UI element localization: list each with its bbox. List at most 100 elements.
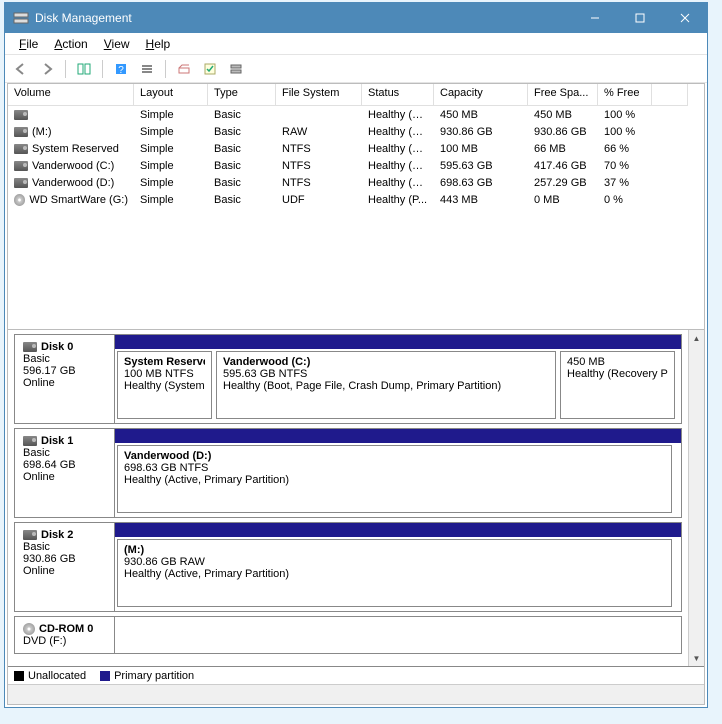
volume-row[interactable]: (M:)SimpleBasicRAWHealthy (A...930.86 GB…: [8, 123, 704, 140]
disk-info: Disk 1Basic698.64 GBOnline: [15, 429, 115, 517]
column-header[interactable]: Free Spa...: [528, 84, 598, 106]
show-hide-button[interactable]: [72, 58, 96, 80]
svg-text:?: ?: [118, 65, 124, 76]
close-button[interactable]: [662, 3, 707, 33]
volume-type: Basic: [208, 159, 276, 173]
scroll-down-icon[interactable]: ▼: [689, 650, 704, 666]
volume-free: 417.46 GB: [528, 159, 598, 173]
maximize-button[interactable]: [617, 3, 662, 33]
column-header[interactable]: [652, 84, 688, 106]
disk-name: Disk 0: [23, 341, 106, 353]
help-button[interactable]: ?: [109, 58, 133, 80]
volume-fs: NTFS: [276, 142, 362, 156]
disk-block[interactable]: CD-ROM 0DVD (F:): [14, 616, 682, 654]
volume-row[interactable]: Vanderwood (D:)SimpleBasicNTFSHealthy (A…: [8, 174, 704, 191]
menubar: File Action View Help: [5, 33, 707, 55]
partition-size: 450 MB: [567, 356, 668, 368]
disk-partitions: System Reserve100 MB NTFSHealthy (System…: [115, 335, 681, 423]
volume-icon: [14, 194, 25, 206]
volume-free: 257.29 GB: [528, 176, 598, 190]
minimize-button[interactable]: [572, 3, 617, 33]
volume-name: Vanderwood (C:): [32, 160, 114, 172]
partition[interactable]: Vanderwood (D:)698.63 GB NTFSHealthy (Ac…: [117, 445, 672, 513]
volume-fs: RAW: [276, 125, 362, 139]
disk-type: Basic: [23, 541, 106, 553]
volume-type: Basic: [208, 108, 276, 122]
disk-icon: [23, 342, 37, 352]
disk-icon: [23, 530, 37, 540]
volume-name: WD SmartWare (G:): [29, 194, 128, 206]
properties-button[interactable]: [224, 58, 248, 80]
statusbar: [8, 684, 704, 704]
refresh-button[interactable]: [198, 58, 222, 80]
disk-block[interactable]: Disk 0Basic596.17 GBOnlineSystem Reserve…: [14, 334, 682, 424]
volume-type: Basic: [208, 193, 276, 207]
column-header[interactable]: Capacity: [434, 84, 528, 106]
volume-free: 0 MB: [528, 193, 598, 207]
column-header[interactable]: Volume: [8, 84, 134, 106]
volume-row[interactable]: Vanderwood (C:)SimpleBasicNTFSHealthy (B…: [8, 157, 704, 174]
disk-partitions: Vanderwood (D:)698.63 GB NTFSHealthy (Ac…: [115, 429, 681, 517]
partition[interactable]: 450 MBHealthy (Recovery Partit: [560, 351, 675, 419]
partition[interactable]: (M:)930.86 GB RAWHealthy (Active, Primar…: [117, 539, 672, 607]
volume-type: Basic: [208, 125, 276, 139]
menu-view[interactable]: View: [96, 35, 138, 53]
volume-capacity: 698.63 GB: [434, 176, 528, 190]
disk-block[interactable]: Disk 2Basic930.86 GBOnline(M:)930.86 GB …: [14, 522, 682, 612]
partition-status: Healthy (Active, Primary Partition): [124, 568, 665, 580]
partition-name: Vanderwood (D:): [124, 450, 665, 462]
volume-layout: Simple: [134, 108, 208, 122]
volume-status: Healthy (B...: [362, 159, 434, 173]
volume-status: Healthy (A...: [362, 176, 434, 190]
partition-header-bar: [115, 523, 681, 537]
volume-capacity: 443 MB: [434, 193, 528, 207]
back-button[interactable]: [9, 58, 33, 80]
volume-capacity: 450 MB: [434, 108, 528, 122]
volume-icon: [14, 127, 28, 137]
menu-file[interactable]: File: [11, 35, 46, 53]
volume-status: Healthy (S...: [362, 142, 434, 156]
volume-free: 66 MB: [528, 142, 598, 156]
forward-button[interactable]: [35, 58, 59, 80]
disk-type: Basic: [23, 447, 106, 459]
disk-state: Online: [23, 565, 106, 577]
partition[interactable]: Vanderwood (C:)595.63 GB NTFSHealthy (Bo…: [216, 351, 556, 419]
partition-header-bar: [115, 429, 681, 443]
disk-type: DVD (F:): [23, 635, 106, 647]
volume-type: Basic: [208, 176, 276, 190]
column-header[interactable]: Type: [208, 84, 276, 106]
volume-capacity: 930.86 GB: [434, 125, 528, 139]
volume-pct: 100 %: [598, 108, 652, 122]
volume-row[interactable]: WD SmartWare (G:)SimpleBasicUDFHealthy (…: [8, 191, 704, 208]
partition[interactable]: System Reserve100 MB NTFSHealthy (System…: [117, 351, 212, 419]
menu-help[interactable]: Help: [138, 35, 179, 53]
partition-size: 595.63 GB NTFS: [223, 368, 549, 380]
column-header[interactable]: File System: [276, 84, 362, 106]
volume-layout: Simple: [134, 176, 208, 190]
volume-status: Healthy (R...: [362, 108, 434, 122]
partition-name: System Reserve: [124, 356, 205, 368]
volume-rows: SimpleBasicHealthy (R...450 MB450 MB100 …: [8, 106, 704, 208]
disk-name: Disk 1: [23, 435, 106, 447]
column-header[interactable]: Status: [362, 84, 434, 106]
column-header[interactable]: % Free: [598, 84, 652, 106]
partition-size: 100 MB NTFS: [124, 368, 205, 380]
vertical-scrollbar[interactable]: ▲ ▼: [688, 330, 704, 666]
volume-layout: Simple: [134, 193, 208, 207]
disk-type: Basic: [23, 353, 106, 365]
disk-state: Online: [23, 377, 106, 389]
column-header[interactable]: Layout: [134, 84, 208, 106]
volume-row[interactable]: System ReservedSimpleBasicNTFSHealthy (S…: [8, 140, 704, 157]
menu-action[interactable]: Action: [46, 35, 95, 53]
toolbar-separator: [165, 60, 166, 78]
titlebar[interactable]: Disk Management: [5, 3, 707, 33]
volume-layout: Simple: [134, 142, 208, 156]
list-button[interactable]: [135, 58, 159, 80]
disk-block[interactable]: Disk 1Basic698.64 GBOnlineVanderwood (D:…: [14, 428, 682, 518]
volume-row[interactable]: SimpleBasicHealthy (R...450 MB450 MB100 …: [8, 106, 704, 123]
volume-list-header: Volume Layout Type File System Status Ca…: [8, 84, 704, 106]
volume-status: Healthy (P...: [362, 193, 434, 207]
settings-button[interactable]: [172, 58, 196, 80]
disk-info: CD-ROM 0DVD (F:): [15, 617, 115, 653]
scroll-up-icon[interactable]: ▲: [689, 330, 704, 346]
